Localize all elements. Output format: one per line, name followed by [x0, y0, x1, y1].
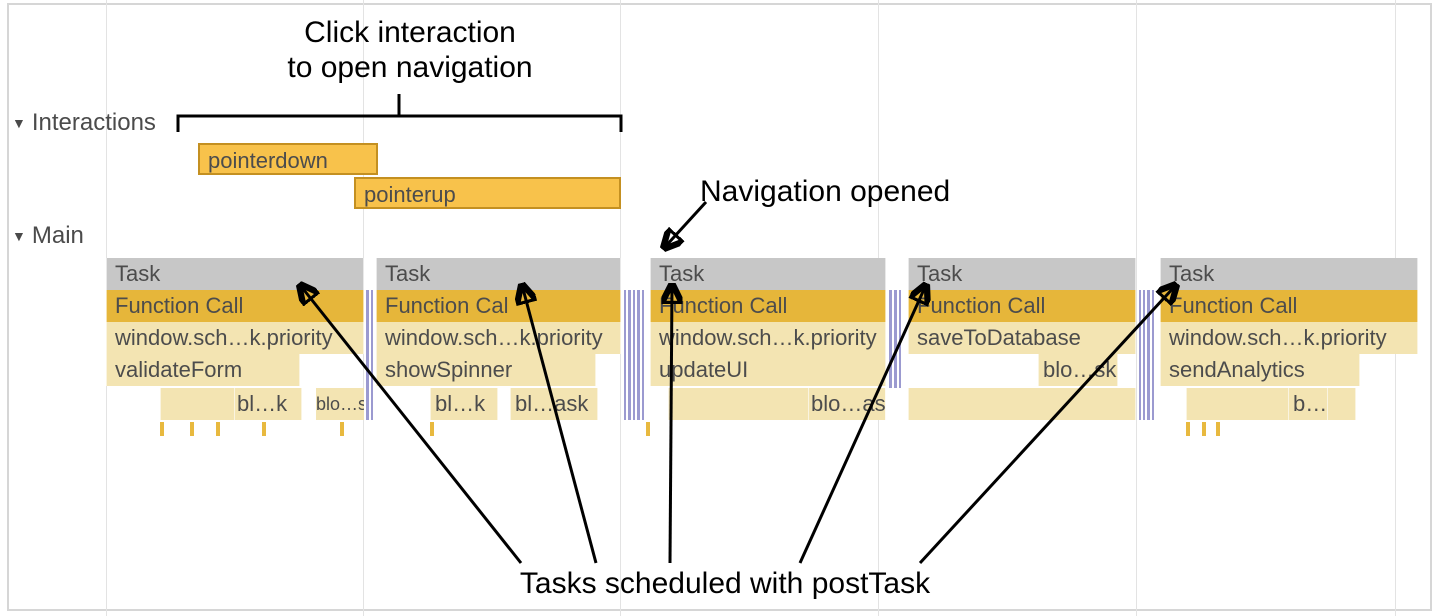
leaf-bar[interactable]: blo…sk: [1038, 354, 1118, 386]
subleaf-bar[interactable]: b…: [1288, 388, 1328, 420]
scheduler-bar[interactable]: window.sch…k.priority: [376, 322, 621, 354]
leaf-bar[interactable]: updateUI: [650, 354, 886, 386]
task-bar[interactable]: Task: [106, 258, 364, 290]
subleaf-bar[interactable]: bl…k: [234, 388, 302, 420]
task-bar[interactable]: Task: [1160, 258, 1418, 290]
subleaf-bar[interactable]: [908, 388, 1136, 420]
leaf-bar[interactable]: showSpinner: [376, 354, 596, 386]
task-bar[interactable]: Task: [908, 258, 1136, 290]
subleaf-bar[interactable]: blo…ask: [808, 388, 886, 420]
annotation-tasks-scheduled: Tasks scheduled with postTask: [415, 567, 1035, 602]
track-label-interactions: ▼Interactions: [12, 109, 156, 137]
subleaf-bar[interactable]: [1186, 388, 1356, 420]
scheduler-bar[interactable]: saveToDatabase: [908, 322, 1136, 354]
disclosure-icon[interactable]: ▼: [12, 115, 26, 131]
scheduler-bar[interactable]: window.sch…k.priority: [650, 322, 886, 354]
function-call-bar[interactable]: Function Call: [650, 290, 886, 322]
task-bar[interactable]: Task: [376, 258, 621, 290]
interaction-pointerdown[interactable]: pointerdown: [198, 143, 378, 175]
track-label-main: ▼Main: [12, 222, 84, 250]
function-call-bar[interactable]: Function Call: [1160, 290, 1418, 322]
function-call-bar[interactable]: Function Cal: [376, 290, 621, 322]
subleaf-bar[interactable]: bl…k: [430, 388, 498, 420]
scheduler-bar[interactable]: window.sch…k.priority: [1160, 322, 1418, 354]
function-call-bar[interactable]: Function Call: [106, 290, 364, 322]
interaction-pointerup[interactable]: pointerup: [354, 177, 621, 209]
subleaf-bar[interactable]: blo…sk: [316, 388, 364, 420]
task-bar[interactable]: Task: [650, 258, 886, 290]
subleaf-bar[interactable]: bl…ask: [510, 388, 598, 420]
annotation-click-interaction: Click interaction to open navigation: [200, 16, 620, 85]
function-call-bar[interactable]: Function Call: [908, 290, 1136, 322]
annotation-nav-opened: Navigation opened: [700, 175, 1000, 210]
disclosure-icon[interactable]: ▼: [12, 228, 26, 244]
leaf-bar[interactable]: validateForm: [106, 354, 300, 386]
scheduler-bar[interactable]: window.sch…k.priority: [106, 322, 364, 354]
leaf-bar[interactable]: sendAnalytics: [1160, 354, 1360, 386]
